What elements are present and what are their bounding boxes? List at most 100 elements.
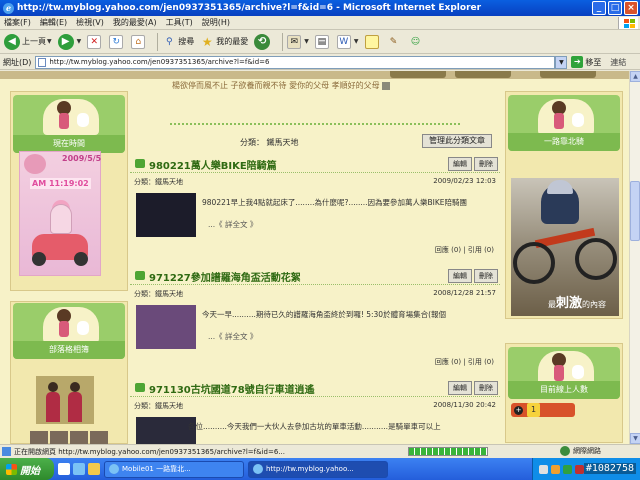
post-title[interactable]: 971227參加譜羅海角盃活動花絮 (149, 269, 301, 284)
mail-icon: ✉ (287, 34, 302, 49)
post-body: 各位..........今天我們一大伙人去參加古坑的單車活動..........… (130, 413, 500, 444)
mail-button[interactable]: ✉ ▼ (287, 34, 309, 49)
menu-help[interactable]: 說明(H) (202, 17, 230, 28)
album-thumbnail[interactable] (90, 431, 108, 444)
favorites-button[interactable]: ★ 我的最愛 (200, 35, 248, 49)
scroll-up-button[interactable]: ▲ (630, 71, 640, 82)
read-more-link[interactable]: ...《 詳全文 》 (208, 219, 257, 230)
minimize-button[interactable]: _ (592, 1, 606, 15)
research-button[interactable]: ✎ (387, 35, 403, 49)
vertical-scrollbar[interactable]: ▲ ▼ (629, 71, 640, 444)
post-thumbnail[interactable] (136, 305, 196, 349)
star-icon: ★ (201, 34, 213, 49)
album-thumbnail[interactable] (30, 431, 48, 444)
menu-bar: 檔案(F) 編輯(E) 檢視(V) 我的最愛(A) 工具(T) 說明(H) (0, 16, 640, 30)
zone-label: 網際網路 (573, 447, 601, 455)
windows-logo-icon (6, 463, 17, 475)
post-delete-button[interactable]: 刪除 (474, 269, 498, 283)
back-arrow-icon: ◀ (4, 33, 20, 50)
history-button[interactable]: ⟲ (254, 33, 272, 50)
menu-edit[interactable]: 編輯(E) (40, 17, 67, 28)
close-button[interactable]: × (624, 1, 638, 15)
header-illustration (538, 99, 594, 135)
post-delete-button[interactable]: 刪除 (474, 381, 498, 395)
discuss-button[interactable] (364, 34, 381, 49)
post-thumbnail[interactable] (136, 193, 196, 237)
post-title[interactable]: 971130古坑國道78號自行車道逍遙 (149, 381, 315, 396)
print-button[interactable]: ▤ (314, 34, 331, 49)
links-button[interactable]: 連結 (610, 57, 626, 68)
address-bar: 網址(D) http://tw.myblog.yahoo.com/jen0937… (0, 55, 640, 70)
toolbar-separator (157, 32, 159, 51)
tray-icon[interactable] (563, 464, 572, 474)
security-zone: 網際網路 (560, 446, 601, 456)
post-stats[interactable]: 回應 (0) | 引用 (0) (435, 245, 494, 255)
menu-file[interactable]: 檔案(F) (4, 17, 31, 28)
forward-button[interactable]: ▶ ▼ (57, 33, 81, 50)
menu-view[interactable]: 檢視(V) (76, 17, 104, 28)
go-button[interactable]: ➔ 移至 (571, 56, 601, 68)
ie-icon: e (3, 2, 14, 14)
messenger-button[interactable]: ☺ (409, 35, 425, 49)
home-button[interactable]: ⌂ (131, 34, 147, 49)
start-button[interactable]: 開始 (0, 458, 54, 480)
album-photo[interactable] (36, 376, 94, 424)
post-category[interactable]: 分類：鐵馬天地 (134, 401, 183, 411)
post-footer: 回應 (0) | 引用 (0) (130, 245, 500, 257)
manage-category-button[interactable]: 管理此分類文章 (422, 134, 492, 148)
post-edit-button[interactable]: 編輯 (448, 381, 472, 395)
nav-tab[interactable] (390, 71, 446, 78)
post-excerpt: 980221早上我4點就起床了........為什麼呢?........因為要參… (202, 198, 468, 207)
taskbar-window-blog[interactable]: http://tw.myblog.yahoo... (248, 460, 388, 478)
post-item: 971130古坑國道78號自行車道逍遙 編輯 刪除 分類：鐵馬天地 2008/1… (130, 379, 500, 444)
maximize-button[interactable]: □ (608, 1, 622, 15)
menu-tools[interactable]: 工具(T) (166, 17, 193, 28)
toolbar: ◀ 上一頁 ▼ ▶ ▼ ✕ ↻ ⌂ ⚲ 搜尋 ★ 我的最愛 ⟲ ✉ ▼ ▤ W ▼ ✎ … (0, 30, 640, 54)
stop-button[interactable]: ✕ (87, 34, 103, 49)
bike-wheel (575, 238, 617, 280)
post-delete-button[interactable]: 刪除 (474, 157, 498, 171)
edit-button[interactable]: W ▼ (336, 34, 359, 49)
search-icon: ⚲ (165, 36, 173, 47)
address-dropdown[interactable]: ▼ (555, 55, 568, 69)
address-label: 網址(D) (3, 57, 32, 67)
menu-favorites[interactable]: 我的最愛(A) (113, 17, 157, 28)
search-button[interactable]: ⚲ 搜尋 (162, 35, 194, 49)
post-edit-button[interactable]: 編輯 (448, 157, 472, 171)
child-head (48, 382, 58, 392)
post-category[interactable]: 分類：鐵馬天地 (134, 177, 183, 187)
read-more-link[interactable]: ...《 詳全文 》 (208, 331, 257, 342)
post-excerpt: 各位..........今天我們一大伙人去參加古坑的單車活動..........… (188, 422, 441, 431)
tray-icon[interactable] (551, 464, 560, 474)
window-titlebar: e http://tw.myblog.yahoo.com/jen09373513… (0, 0, 640, 16)
scroll-down-button[interactable]: ▼ (630, 433, 640, 444)
taskbar-window-mobile01[interactable]: Mobile01 一路靠北... (104, 460, 244, 478)
tray-icon[interactable] (539, 464, 548, 474)
nav-tab[interactable] (540, 71, 596, 78)
ie-quicklaunch-icon[interactable] (73, 463, 85, 475)
show-desktop-icon[interactable] (58, 463, 70, 475)
post-header: 980221萬人樂BIKE陪騎篇 編輯 刪除 (130, 155, 500, 173)
album-thumbnail[interactable] (70, 431, 88, 444)
folder-quicklaunch-icon[interactable] (88, 463, 100, 475)
post-stats[interactable]: 回應 (0) | 引用 (0) (435, 357, 494, 367)
tray-icon[interactable] (575, 464, 584, 474)
post-thumbnail[interactable] (136, 417, 196, 444)
post-date: 2008/12/28 21:57 (433, 289, 496, 297)
address-input[interactable]: http://tw.myblog.yahoo.com/jen0937351365… (35, 55, 556, 69)
edit-icon[interactable] (381, 81, 390, 90)
go-arrow-icon: ➔ (571, 56, 584, 68)
back-button[interactable]: ◀ 上一頁 ▼ (4, 33, 52, 50)
search-label: 搜尋 (178, 37, 195, 46)
post-bullet-icon (135, 271, 145, 280)
bike-panel-title: 一路靠北騎 (508, 133, 620, 151)
post-edit-button[interactable]: 編輯 (448, 269, 472, 283)
toolbar-separator (282, 32, 284, 51)
scroll-thumb[interactable] (630, 181, 640, 241)
post-category[interactable]: 分類：鐵馬天地 (134, 289, 183, 299)
refresh-button[interactable]: ↻ (109, 34, 125, 49)
album-title: 部落格相簿 (13, 341, 125, 359)
nav-tab[interactable] (455, 71, 511, 78)
post-title[interactable]: 980221萬人樂BIKE陪騎篇 (149, 157, 277, 172)
album-thumbnail[interactable] (50, 431, 68, 444)
